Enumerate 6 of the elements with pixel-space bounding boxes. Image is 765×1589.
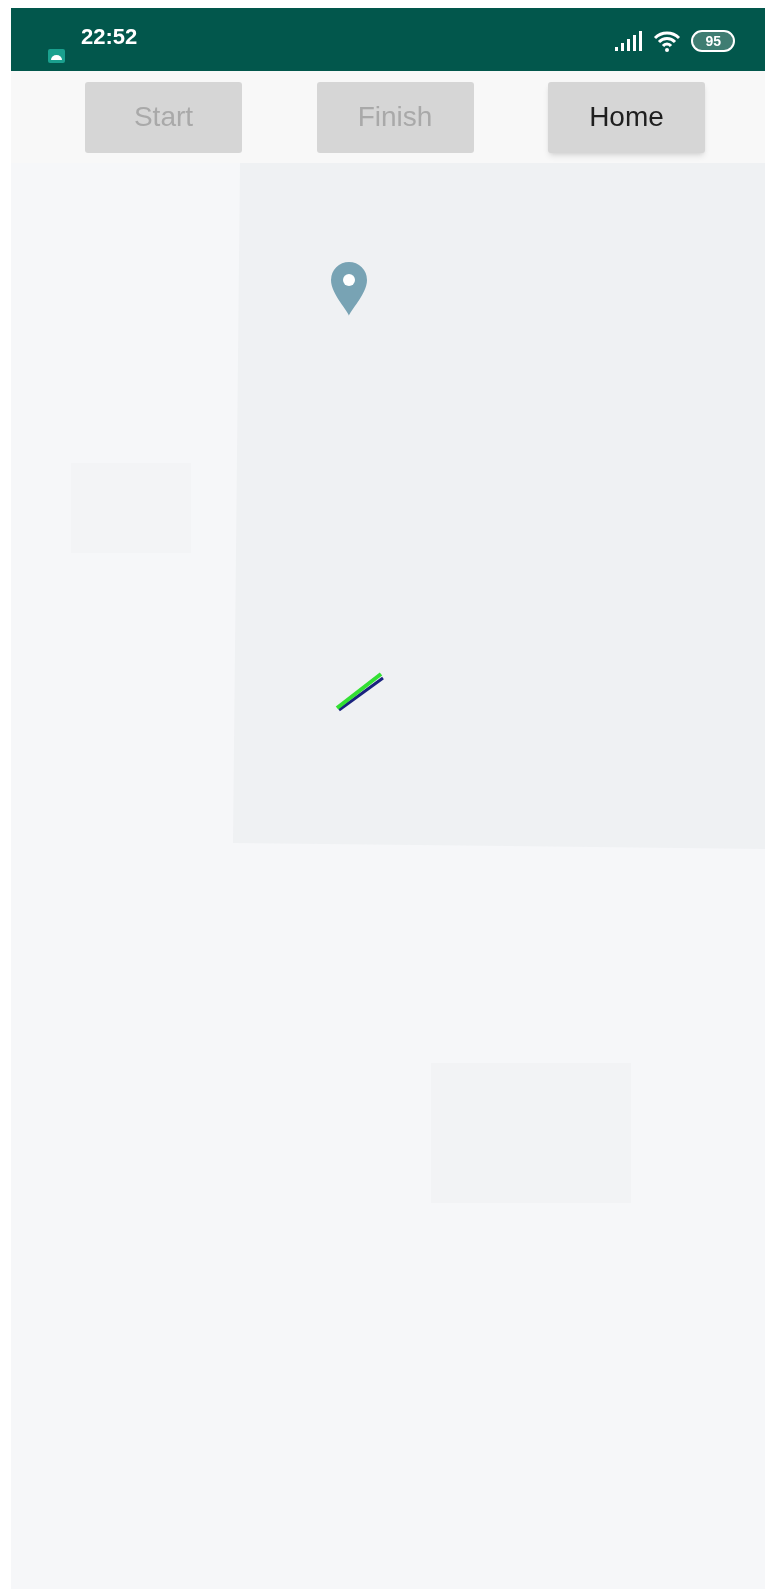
battery-indicator: 95 — [691, 30, 735, 52]
signal-icon — [615, 31, 644, 51]
action-button[interactable]: Home — [548, 81, 705, 153]
android-icon — [48, 49, 65, 63]
wifi-icon — [653, 30, 682, 52]
status-time: 22:52 — [81, 23, 138, 51]
